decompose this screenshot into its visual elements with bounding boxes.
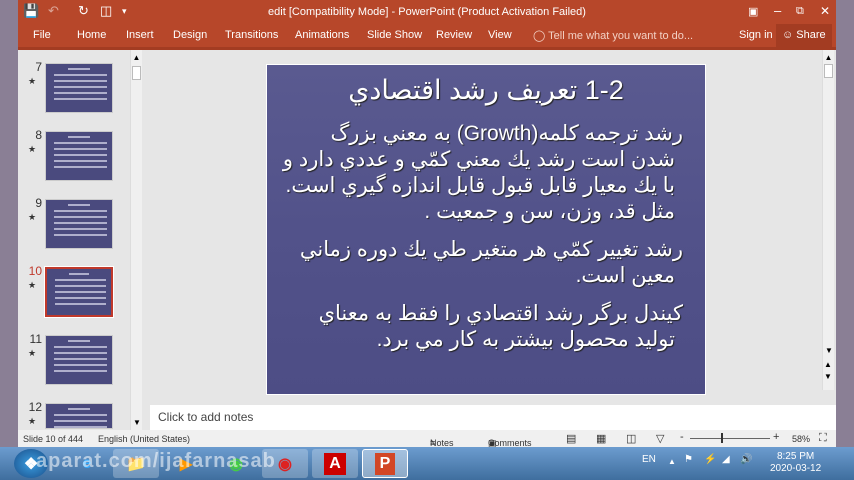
ribbon-tabs: File Home Insert Design Transitions Anim… xyxy=(18,24,836,50)
thumbnail-number: 9 xyxy=(35,196,42,210)
slide-text-line: معين است. xyxy=(575,264,675,287)
language-indicator[interactable]: English (United States) xyxy=(98,434,190,444)
restore-icon[interactable]: ⧉ xyxy=(796,5,804,18)
slide-thumbnail[interactable] xyxy=(45,63,113,113)
watermark: aparat.com/ijafarnasab xyxy=(36,450,276,472)
scroll-up-icon[interactable]: ▲ xyxy=(823,53,834,62)
status-bar: Slide 10 of 444 English (United States) … xyxy=(18,430,836,448)
thumbnail-number: 11 xyxy=(29,332,42,346)
close-icon[interactable]: ✕ xyxy=(820,4,830,18)
slide-thumbnail[interactable] xyxy=(44,266,114,318)
tab-view[interactable]: View xyxy=(488,29,512,41)
sign-in-link[interactable]: Sign in xyxy=(739,29,773,41)
slide-thumbnail-panel: 7 ★ 8 ★ 9 ★ 10 ★ 11 ★ 12 ★ ▲ ▼ xyxy=(18,50,148,430)
slide-text-line: مثل قد، وزن، سن و جمعيت . xyxy=(424,200,675,223)
scroll-thumb[interactable] xyxy=(824,64,833,78)
slide-thumbnail[interactable] xyxy=(45,403,113,429)
network-icon[interactable]: ◢ xyxy=(722,454,730,465)
tab-review[interactable]: Review xyxy=(436,29,472,41)
slide-thumbnail[interactable] xyxy=(45,199,113,249)
slide-text-line: رشد تغيير كمّي هر متغير طي يك دوره زماني xyxy=(299,238,683,261)
share-button[interactable]: ☺ Share xyxy=(776,24,832,47)
thumbnail-number: 8 xyxy=(35,128,42,142)
tab-transitions[interactable]: Transitions xyxy=(225,29,278,41)
slideshow-view-icon[interactable]: ▽ xyxy=(656,432,664,445)
tab-design[interactable]: Design xyxy=(173,29,207,41)
animation-star-icon: ★ xyxy=(28,144,37,154)
tab-file[interactable]: File xyxy=(33,29,51,41)
slide-editor: 1-2 تعريف رشد اقتصادي رشد ترجمه كلمه(Gro… xyxy=(150,50,836,405)
action-center-icon[interactable]: ⚑ xyxy=(684,454,693,465)
slide-text-line: رشد ترجمه كلمه(Growth) به معني بزرگ xyxy=(330,122,683,145)
animation-star-icon: ★ xyxy=(28,416,37,426)
slide-thumbnail[interactable] xyxy=(45,335,113,385)
scroll-up-icon[interactable]: ▲ xyxy=(131,53,142,62)
slide-text-line: با يك معيار قابل قبول قابل اندازه گيري ا… xyxy=(285,174,676,197)
title-bar: 💾 ↶ ↻ ◫ ▾ edit [Compatibility Mode] - Po… xyxy=(18,0,836,24)
animation-star-icon: ★ xyxy=(28,76,37,86)
animation-star-icon: ★ xyxy=(28,280,37,290)
tab-home[interactable]: Home xyxy=(77,29,106,41)
next-slide-icon[interactable]: ▼ xyxy=(824,372,832,381)
minimize-icon[interactable]: – xyxy=(774,3,781,18)
thumbnail-number: 7 xyxy=(35,60,42,74)
acrobat-icon[interactable]: A xyxy=(312,449,358,478)
slide-text-line: شدن است رشد يك معني كمّي و عددي دارد و xyxy=(282,148,675,171)
previous-slide-icon[interactable]: ▲ xyxy=(824,360,832,369)
scroll-down-icon[interactable]: ▼ xyxy=(133,418,141,427)
slide-text-line: توليد محصول بيشتر به كار مي برد. xyxy=(376,328,675,351)
zoom-slider-thumb[interactable] xyxy=(720,433,723,443)
slide-thumbnail[interactable] xyxy=(45,131,113,181)
powerpoint-taskbar-icon[interactable]: P xyxy=(362,449,408,478)
tab-animations[interactable]: Animations xyxy=(295,29,349,41)
current-slide[interactable]: 1-2 تعريف رشد اقتصادي رشد ترجمه كلمه(Gro… xyxy=(266,64,706,395)
ribbon-display-icon[interactable]: ▣ xyxy=(748,5,758,18)
person-icon: ☺ xyxy=(782,29,797,41)
reading-view-icon[interactable]: ◫ xyxy=(626,432,636,445)
slide-sorter-icon[interactable]: ▦ xyxy=(596,432,606,445)
animation-star-icon: ★ xyxy=(28,348,37,358)
thumbnail-scrollbar[interactable]: ▲ ▼ xyxy=(130,50,142,430)
power-icon[interactable]: ⚡ xyxy=(704,454,716,465)
notes-pane[interactable]: Click to add notes xyxy=(150,405,836,430)
animation-star-icon: ★ xyxy=(28,212,37,222)
thumbnail-number: 10 xyxy=(28,264,42,278)
thumbnail-number: 12 xyxy=(28,400,42,414)
zoom-slider[interactable] xyxy=(690,438,770,439)
zoom-level[interactable]: 58% xyxy=(792,434,810,444)
zoom-out-button[interactable]: - xyxy=(680,431,684,443)
lightbulb-icon: ◯ xyxy=(533,30,549,42)
fit-to-window-icon[interactable]: ⛶ xyxy=(819,432,827,445)
window-title: edit [Compatibility Mode] - PowerPoint (… xyxy=(268,6,586,18)
normal-view-icon[interactable]: ▤ xyxy=(566,432,576,445)
tell-me-search[interactable]: ◯ Tell me what you want to do... xyxy=(533,29,693,42)
slide-text-line: كيندل برگر رشد اقتصادي را فقط به معناي xyxy=(318,302,683,325)
clock[interactable]: 8:25 PM 2020-03-12 xyxy=(770,451,821,475)
zoom-in-button[interactable]: + xyxy=(773,431,779,443)
tab-slide-show[interactable]: Slide Show xyxy=(367,29,422,41)
slide-count: Slide 10 of 444 xyxy=(23,434,84,444)
volume-icon[interactable]: 🔊 xyxy=(740,454,752,465)
input-language[interactable]: EN xyxy=(642,454,656,465)
powerpoint-window: 💾 ↶ ↻ ◫ ▾ edit [Compatibility Mode] - Po… xyxy=(18,0,836,448)
slide-scrollbar[interactable]: ▲ ▼ ▲ ▼ xyxy=(822,50,834,390)
slide-title[interactable]: 1-2 تعريف رشد اقتصادي xyxy=(267,75,705,106)
scroll-down-icon[interactable]: ▼ xyxy=(825,346,833,355)
show-hidden-icons[interactable]: ▲ xyxy=(668,457,676,466)
scroll-thumb[interactable] xyxy=(132,66,141,80)
tab-insert[interactable]: Insert xyxy=(126,29,154,41)
